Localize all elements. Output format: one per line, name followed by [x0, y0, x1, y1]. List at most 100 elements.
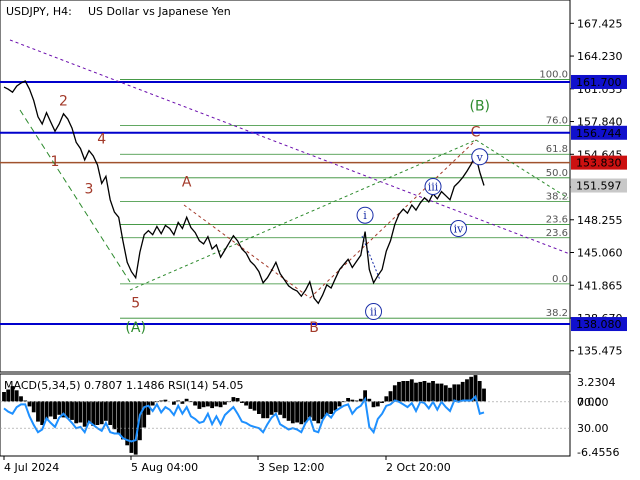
macd-bar-27 — [116, 401, 121, 435]
macd-bar-18 — [78, 401, 83, 423]
macd-bar-7 — [31, 401, 36, 413]
macd-bar-19 — [82, 401, 87, 427]
macd-bar-109 — [465, 379, 469, 402]
macd-bar-98 — [418, 381, 423, 402]
fib-label-2: 61.8 — [546, 144, 568, 155]
macd-bar-73 — [312, 401, 316, 421]
macd-bar-9 — [40, 401, 45, 425]
macd-bar-106 — [452, 384, 457, 402]
macd-bar-17 — [74, 401, 79, 424]
macd-bar-105 — [448, 387, 452, 402]
macd-bar-92 — [392, 385, 397, 402]
macd-bar-28 — [121, 401, 125, 440]
price-tag-2: 153.830 — [576, 157, 622, 170]
time-axis: 4 Jul 2024 5 Aug 04:00 3 Sep 12:00 2 Oct 20… — [3, 456, 451, 474]
price-tag-0: 161.700 — [576, 76, 622, 89]
macd-bar-102 — [435, 383, 440, 402]
macd-bar-13 — [57, 401, 62, 415]
macd-bar-87 — [371, 401, 376, 408]
y-tick-label-10: 135.475 — [577, 345, 623, 358]
macd-bar-107 — [456, 384, 461, 402]
fib-label-6: 23.6 — [546, 228, 568, 239]
macd-bar-69 — [295, 401, 299, 423]
macd-bar-94 — [401, 381, 406, 402]
wave-label-1: 1 — [51, 154, 60, 170]
macd-bar-112 — [477, 381, 482, 402]
macd-bar-37 — [159, 400, 164, 402]
wave-label-0: 2 — [59, 94, 68, 110]
wave-label-6: A — [182, 175, 192, 191]
macd-bar-70 — [299, 401, 304, 425]
wave-label-9: C — [471, 124, 481, 140]
fib-label-4: 38.2 — [546, 191, 568, 202]
macd-bar-54 — [231, 397, 236, 402]
wave-label-3: 4 — [97, 131, 106, 147]
y-tick-label-0: 167.425 — [577, 17, 623, 30]
macd-bar-11 — [48, 401, 53, 417]
y-tick-label-1: 164.230 — [577, 50, 623, 63]
fib-label-0: 100.0 — [539, 69, 568, 80]
macd-bar-66 — [282, 401, 287, 419]
macd-bar-108 — [460, 381, 465, 402]
chart-symbol: USDJPY, H4: — [6, 5, 72, 18]
wave-circle-label-2: iii — [428, 181, 439, 194]
fib-label-3: 50.0 — [546, 168, 568, 179]
macd-bar-62 — [265, 401, 270, 419]
macd-bar-21 — [91, 401, 96, 426]
macd-bar-38 — [163, 399, 168, 402]
wave-circle-label-4: v — [476, 151, 484, 164]
macd-bar-71 — [303, 401, 308, 423]
macd-bar-96 — [409, 379, 414, 402]
macd-bar-103 — [439, 383, 444, 402]
macd-bar-77 — [329, 401, 333, 414]
macd-bar-33 — [142, 401, 147, 428]
wave-label-2: 3 — [84, 182, 93, 198]
wave-circle-label-0: i — [363, 209, 367, 222]
macd-bar-47 — [201, 401, 206, 408]
macd-bar-86 — [367, 398, 372, 402]
macd-bar-93 — [397, 381, 401, 402]
fib-label-1: 76.0 — [546, 116, 568, 127]
macd-bar-101 — [431, 381, 435, 402]
sub-tick-label-2: 0.00 — [577, 395, 602, 408]
y-tick-label-6: 148.255 — [577, 214, 623, 227]
x-tick-label-1: 5 Aug 04:00 — [131, 461, 198, 474]
macd-bar-99 — [422, 381, 427, 402]
macd-bar-95 — [405, 381, 410, 402]
macd-bar-100 — [426, 382, 431, 402]
macd-bar-30 — [129, 401, 134, 453]
macd-bar-72 — [307, 401, 312, 418]
wave-label-8: (B) — [469, 99, 490, 115]
macd-bar-55 — [235, 398, 240, 402]
chart-description: US Dollar vs Japanese Yen — [88, 5, 231, 18]
macd-bar-110 — [469, 376, 474, 402]
macd-bar-23 — [99, 401, 104, 425]
macd-bar-83 — [354, 400, 359, 402]
sub-tick-label-3: 30.00 — [577, 422, 609, 435]
macd-bar-65 — [278, 401, 282, 415]
price-tag-4: 138.080 — [576, 318, 622, 331]
wave-circle-label-3: iv — [454, 223, 465, 236]
x-tick-label-0: 4 Jul 2024 — [4, 461, 59, 474]
macd-bar-46 — [197, 401, 202, 409]
price-tags: 161.700 156.744 153.830 151.597 138.080 — [571, 74, 627, 332]
wave-label-4: 5 — [131, 295, 140, 311]
macd-bar-60 — [257, 401, 261, 414]
x-tick-label-2: 3 Sep 12:00 — [258, 461, 324, 474]
macd-bar-43 — [184, 398, 189, 402]
macd-bar-25 — [108, 401, 113, 425]
price-tag-3: 151.597 — [576, 180, 622, 193]
macd-bar-49 — [210, 401, 214, 409]
macd-bar-12 — [53, 401, 57, 420]
fib-label-7: 0.0 — [552, 274, 568, 285]
y-tick-label-7: 145.060 — [577, 247, 623, 260]
price-tag-1: 156.744 — [576, 127, 622, 140]
macd-bar-113 — [482, 388, 486, 402]
macd-bar-84 — [358, 398, 363, 402]
macd-bar-81 — [346, 398, 350, 402]
wave-label-5: (A) — [125, 320, 146, 336]
macd-bar-22 — [95, 401, 100, 425]
indicator-label: MACD(5,34,5) 0.7807 1.1486 RSI(14) 54.05 — [4, 379, 243, 392]
macd-bar-4 — [19, 396, 23, 402]
macd-bar-24 — [104, 401, 108, 421]
